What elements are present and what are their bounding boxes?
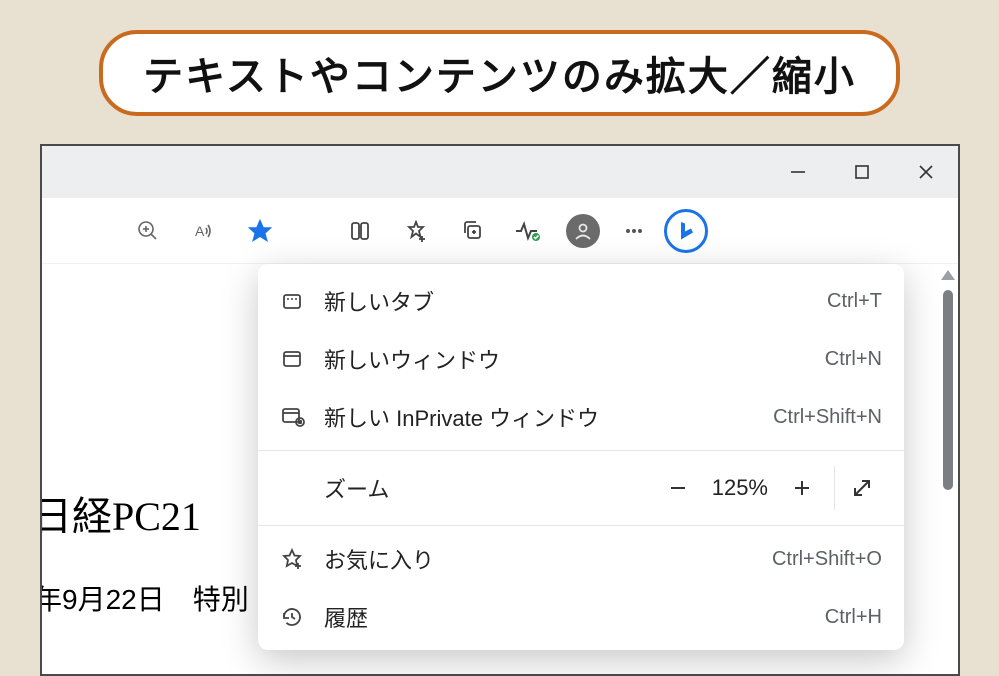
inprivate-icon xyxy=(280,405,324,429)
scroll-up-arrow-icon[interactable] xyxy=(941,270,955,280)
browser-window: A 日経PC21 年9月22日 特別 xyxy=(40,144,960,676)
zoom-label: ズーム xyxy=(324,472,654,504)
new-window-icon xyxy=(280,347,324,371)
bing-chat-button[interactable] xyxy=(664,209,708,253)
zoom-out-button[interactable] xyxy=(654,466,702,510)
menu-shortcut: Ctrl+T xyxy=(827,290,882,313)
menu-label: 履歴 xyxy=(324,601,825,633)
menu-label: 新しいウィンドウ xyxy=(324,343,825,375)
window-maximize-button[interactable] xyxy=(830,146,894,198)
favorites-star-icon[interactable] xyxy=(232,211,288,251)
menu-label: お気に入り xyxy=(324,543,772,575)
svg-text:A: A xyxy=(195,223,205,239)
menu-item-new-tab[interactable]: 新しいタブ Ctrl+T xyxy=(258,272,904,330)
menu-item-zoom: ズーム 125% xyxy=(258,455,904,521)
collections-icon[interactable] xyxy=(444,211,500,251)
new-tab-icon xyxy=(280,289,324,313)
window-close-button[interactable] xyxy=(894,146,958,198)
menu-label: 新しい InPrivate ウィンドウ xyxy=(324,401,773,433)
favorites-list-icon[interactable] xyxy=(388,211,444,251)
window-titlebar xyxy=(42,146,958,198)
menu-item-favorites[interactable]: お気に入り Ctrl+Shift+O xyxy=(258,530,904,588)
performance-icon[interactable] xyxy=(500,211,556,251)
menu-item-new-inprivate[interactable]: 新しい InPrivate ウィンドウ Ctrl+Shift+N xyxy=(258,388,904,446)
split-screen-icon[interactable] xyxy=(332,211,388,251)
menu-label: 新しいタブ xyxy=(324,285,827,317)
menu-item-new-window[interactable]: 新しいウィンドウ Ctrl+N xyxy=(258,330,904,388)
menu-divider xyxy=(258,450,904,451)
zoom-in-icon[interactable] xyxy=(120,211,176,251)
read-aloud-icon[interactable]: A xyxy=(176,211,232,251)
zoom-in-button[interactable] xyxy=(778,466,826,510)
menu-divider xyxy=(258,525,904,526)
history-icon xyxy=(280,605,324,629)
browser-toolbar: A xyxy=(42,198,958,264)
scrollbar-thumb[interactable] xyxy=(943,290,953,490)
figure-caption: テキストやコンテンツのみ拡大／縮小 xyxy=(99,30,900,116)
menu-item-history[interactable]: 履歴 Ctrl+H xyxy=(258,588,904,646)
content-area: 日経PC21 年9月22日 特別 新しいタブ Ctrl+T 新しいウィンドウ C… xyxy=(42,264,958,674)
favorites-icon xyxy=(280,547,324,571)
menu-shortcut: Ctrl+Shift+O xyxy=(772,548,882,571)
more-menu-button[interactable] xyxy=(610,211,658,251)
vertical-scrollbar[interactable] xyxy=(940,270,956,666)
menu-shortcut: Ctrl+N xyxy=(825,348,882,371)
profile-button[interactable] xyxy=(566,214,600,248)
menu-shortcut: Ctrl+Shift+N xyxy=(773,406,882,429)
figure-caption-container: テキストやコンテンツのみ拡大／縮小 xyxy=(40,30,959,116)
window-minimize-button[interactable] xyxy=(766,146,830,198)
menu-shortcut: Ctrl+H xyxy=(825,606,882,629)
settings-menu: 新しいタブ Ctrl+T 新しいウィンドウ Ctrl+N 新しい InPriva… xyxy=(258,264,904,650)
zoom-value: 125% xyxy=(702,475,778,501)
fullscreen-button[interactable] xyxy=(834,466,888,510)
